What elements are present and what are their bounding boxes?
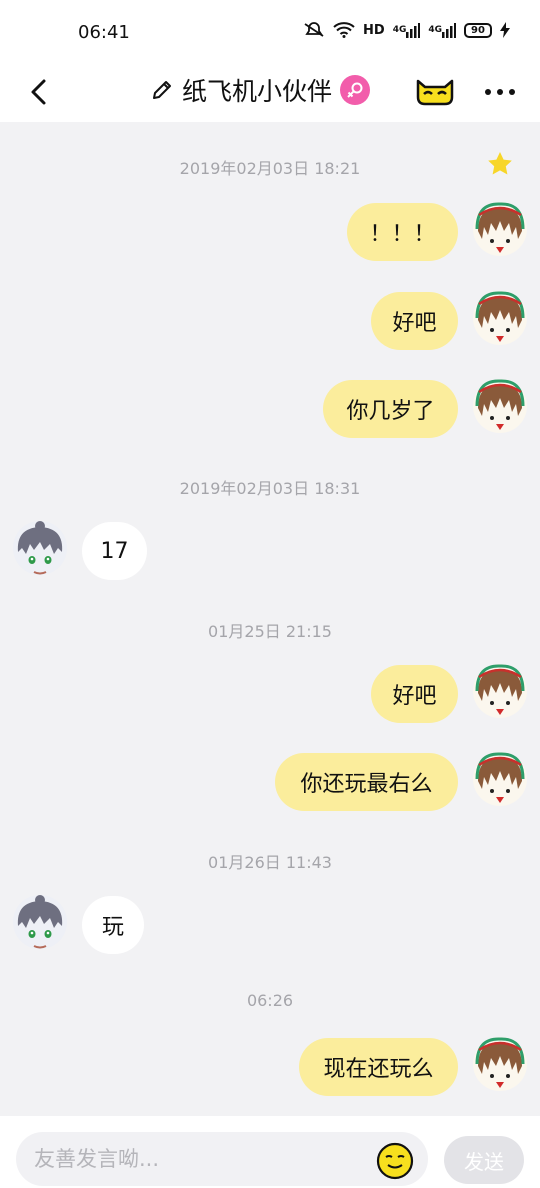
hd-label: HD [363, 22, 385, 38]
contact-message-bubble[interactable]: 玩 [82, 896, 144, 954]
signal-label: 4G [392, 25, 407, 35]
contact-avatar[interactable] [12, 894, 68, 950]
battery-icon: 90 [464, 22, 492, 38]
my-message-bubble[interactable]: ！！！ [347, 203, 458, 261]
signal-icon-2: 4G [428, 22, 456, 38]
more-options-button[interactable] [478, 74, 522, 110]
my-avatar[interactable] [472, 751, 528, 807]
charging-icon [500, 22, 510, 38]
back-arrow-icon [31, 79, 46, 105]
timestamp: 01月25日 21:15 [208, 622, 332, 641]
female-gender-icon [340, 75, 371, 105]
timestamp: 2019年02月03日 18:21 [179, 159, 361, 178]
message-input-container[interactable] [16, 1132, 428, 1186]
star-favorite-icon[interactable] [486, 150, 514, 178]
my-message-bubble[interactable]: 好吧 [371, 665, 458, 723]
status-time: 06:41 [78, 22, 130, 43]
my-avatar[interactable] [472, 663, 528, 719]
status-bar: 06:41 HD 4G 4G 90 [0, 0, 540, 62]
my-avatar[interactable] [472, 290, 528, 346]
timestamp: 06:26 [246, 991, 294, 1010]
emoji-smile-icon[interactable] [376, 1142, 414, 1180]
my-avatar[interactable] [472, 201, 528, 257]
anonymous-mask-button[interactable] [412, 74, 458, 110]
signal-icon: 4G [393, 22, 421, 38]
signal-label-2: 4G [428, 25, 442, 35]
my-message-bubble[interactable]: 现在还玩么 [299, 1038, 458, 1096]
contact-message-bubble[interactable]: 17 [82, 522, 147, 580]
timestamp: 01月26日 11:43 [208, 853, 332, 872]
my-avatar[interactable] [472, 378, 528, 434]
more-dots-icon [485, 89, 515, 95]
edit-pencil-icon [153, 81, 171, 99]
mask-icon [416, 79, 454, 106]
chat-title: 纸飞机小伙伴 [182, 77, 333, 106]
contact-avatar[interactable] [12, 520, 68, 576]
message-input[interactable] [34, 1132, 374, 1186]
chat-header: 纸飞机小伙伴 [0, 62, 540, 122]
mute-icon [303, 22, 325, 38]
my-message-bubble[interactable]: 好吧 [371, 292, 458, 350]
back-button[interactable] [20, 74, 56, 110]
my-avatar[interactable] [472, 1036, 528, 1092]
status-icons: HD 4G 4G 90 [303, 22, 510, 38]
send-button[interactable]: 发送 [444, 1136, 524, 1184]
my-message-bubble[interactable]: 你几岁了 [323, 380, 458, 438]
message-input-bar: 发送 [0, 1116, 540, 1188]
message-list[interactable]: 2019年02月03日 18:21 ！！！ 好吧 你几岁了 2019年02月03… [0, 122, 540, 1116]
title-area[interactable]: 纸飞机小伙伴 [150, 72, 371, 108]
timestamp: 2019年02月03日 18:31 [179, 479, 361, 498]
my-message-bubble[interactable]: 你还玩最右么 [275, 753, 458, 811]
wifi-icon [333, 22, 355, 38]
